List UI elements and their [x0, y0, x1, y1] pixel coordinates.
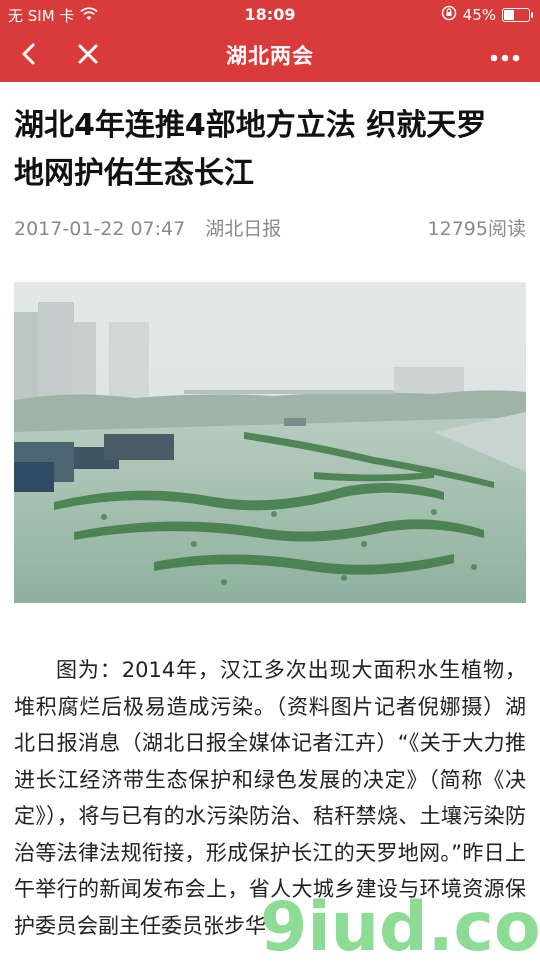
battery-icon: [502, 8, 533, 22]
source-link[interactable]: 湖北日报: [205, 218, 281, 240]
status-bar: 无 SIM 卡 18:09 45%: [0, 0, 540, 30]
battery-percent: 45%: [462, 6, 496, 24]
nav-bar: 湖北两会: [0, 30, 540, 82]
more-button[interactable]: [480, 30, 530, 82]
article-meta: 2017-01-22 07:47 湖北日报 12795阅读: [14, 214, 526, 244]
read-count: 12795阅读: [427, 218, 526, 240]
article-photo[interactable]: [14, 282, 526, 603]
nav-title: 湖北两会: [226, 44, 314, 68]
battery-level-fill: [504, 10, 514, 20]
rotation-lock-icon: [441, 5, 457, 25]
article-title: 湖北4年连推4部地方立法 织就天罗地网护佑生态长江: [14, 108, 487, 191]
article-body: 图为：2014年，汉江多次出现大面积水生植物，堆积腐烂后极易造成污染。（资料图片…: [14, 658, 526, 938]
more-icon: [490, 47, 520, 66]
status-right: 45%: [441, 5, 533, 25]
publish-date: 2017-01-22 07:47: [14, 218, 186, 240]
